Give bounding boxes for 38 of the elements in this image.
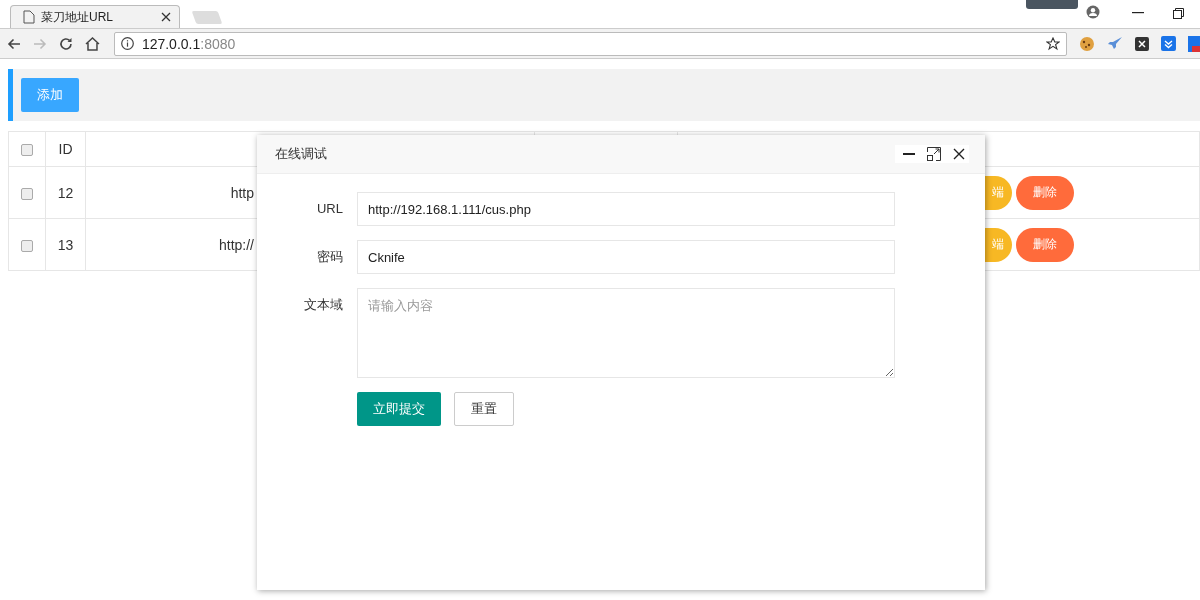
maximize-icon[interactable] [927,147,941,161]
table-cell: 12 [45,166,86,219]
extension-icon[interactable] [1188,35,1200,52]
add-button[interactable]: 添加 [21,78,79,112]
table-header-cell: ID [45,131,86,167]
download-icon[interactable] [1161,36,1176,51]
reset-button[interactable]: 重置 [454,392,514,426]
field-label: 文本域 [303,296,344,314]
close-icon[interactable] [161,12,171,22]
restore-icon[interactable] [1173,8,1184,19]
profile-icon[interactable] [1086,5,1100,19]
browser-tab[interactable]: 菜刀地址URL [10,5,180,28]
close-icon[interactable] [953,148,965,160]
checkbox[interactable] [21,239,33,252]
url-text: 127.0.0.1:8080 [141,35,237,52]
text-area[interactable]: 请输入内容 [357,288,895,378]
tab-title: 菜刀地址URL [41,8,114,26]
info-icon [120,37,134,50]
input-field[interactable]: http://192.168.1.111/cus.php [357,192,895,226]
field-label: 密码 [316,248,344,266]
dialog-title: 在线调试 [275,145,328,163]
checkbox[interactable] [21,144,33,157]
page-icon [23,10,35,24]
back-icon[interactable] [7,37,21,50]
address-bar[interactable]: 127.0.0.1:8080 [113,31,1068,56]
checkbox[interactable] [21,187,33,200]
cookie-icon[interactable] [1079,35,1096,52]
reload-icon[interactable] [58,36,73,51]
x-icon[interactable] [1135,36,1150,51]
delete-button[interactable]: 删除 [1016,175,1074,210]
star-icon[interactable] [1046,36,1061,51]
submit-button[interactable]: 立即提交 [357,392,441,426]
table-cell: 13 [45,218,86,271]
minimize-icon[interactable] [1132,12,1144,14]
input-field[interactable]: Cknife [357,240,895,274]
delete-button[interactable]: 删除 [1016,227,1074,262]
field-label: URL [316,200,344,218]
home-icon[interactable] [84,36,100,51]
